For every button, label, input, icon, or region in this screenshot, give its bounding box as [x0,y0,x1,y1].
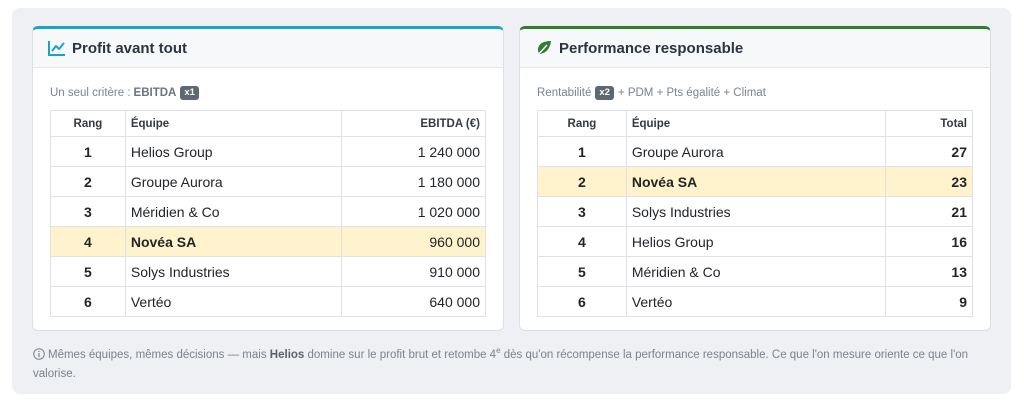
team-cell: Solys Industries [124,256,343,287]
footnote: Mêmes équipes, mêmes décisions — mais He… [33,341,983,384]
chart-line-icon [48,39,66,57]
criteria-prefix: Un seul critère : [50,87,131,99]
profit-ranking-table: Rang Équipe EBITDA (€) 1 Helios Group 1 … [50,110,486,317]
total-cell: 16 [885,226,973,257]
criteria-prefix: Rentabilité [537,87,592,99]
responsible-card: Performance responsable Rentabilité x2 +… [519,26,991,331]
col-rank: Rang [537,110,627,137]
team-cell: Méridien & Co [124,196,343,227]
team-cell: Groupe Aurora [124,166,343,197]
table-header-row: Rang Équipe EBITDA (€) [50,110,486,137]
table-row: 2 Groupe Aurora 1 180 000 [50,166,486,197]
value-cell: 1 180 000 [341,166,486,197]
table-row: 5 Méridien & Co 13 [537,256,973,287]
criteria-name: EBITDA [133,87,177,99]
weight-badge: x1 [180,86,199,100]
value-cell: 910 000 [341,256,486,287]
team-cell: Groupe Aurora [625,136,887,167]
table-row: 1 Helios Group 1 240 000 [50,136,486,167]
rank-cell: 2 [50,166,126,197]
rank-cell: 4 [50,226,126,257]
rank-cell: 4 [537,226,627,257]
profit-card-title: Profit avant tout [72,39,187,57]
col-team: Équipe [625,110,887,137]
profit-card-header: Profit avant tout [33,29,503,68]
rank-cell: 1 [50,136,126,167]
weight-badge: x2 [595,86,614,100]
col-total: Total [885,110,973,137]
table-row: 6 Vertéo 9 [537,286,973,317]
value-cell: 1 020 000 [341,196,486,227]
col-ebitda: EBITDA (€) [341,110,486,137]
footnote-emphasis: Helios [269,348,305,361]
team-cell: Vertéo [625,286,887,317]
total-cell: 27 [885,136,973,167]
value-cell: 960 000 [341,226,486,257]
rank-cell: 6 [50,286,126,317]
responsible-ranking-table: Rang Équipe Total 1 Groupe Aurora 27 2 N… [537,110,973,317]
total-cell: 9 [885,286,973,317]
team-cell: Vertéo [124,286,343,317]
table-row: 6 Vertéo 640 000 [50,286,486,317]
value-cell: 1 240 000 [341,136,486,167]
criteria-suffix: + PDM + Pts égalité + Climat [617,87,766,99]
team-cell: Novéa SA [625,166,887,197]
table-row: 5 Solys Industries 910 000 [50,256,486,287]
rank-cell: 1 [537,136,627,167]
table-row: 1 Groupe Aurora 27 [537,136,973,167]
footnote-text-2: domine sur le profit brut et retombe 4 [307,348,497,361]
team-cell: Novéa SA [124,226,343,257]
footnote-text-1: Mêmes équipes, mêmes décisions — mais [48,348,267,361]
total-cell: 23 [885,166,973,197]
rank-cell: 3 [50,196,126,227]
info-circle-icon [33,348,45,360]
total-cell: 13 [885,256,973,287]
value-cell: 640 000 [341,286,486,317]
responsible-card-header: Performance responsable [520,29,990,68]
rank-cell: 3 [537,196,627,227]
team-cell: Helios Group [124,136,343,167]
highlighted-table-row: 4 Novéa SA 960 000 [50,226,486,257]
table-row: 3 Solys Industries 21 [537,196,973,227]
leaf-icon [535,39,553,57]
table-row: 3 Méridien & Co 1 020 000 [50,196,486,227]
table-header-row: Rang Équipe Total [537,110,973,137]
total-cell: 21 [885,196,973,227]
responsible-card-title: Performance responsable [559,39,744,57]
profit-criteria: Un seul critère : EBITDA x1 [50,85,486,101]
col-rank: Rang [50,110,126,137]
col-team: Équipe [124,110,343,137]
rank-cell: 5 [537,256,627,287]
rank-cell: 6 [537,286,627,317]
comparison-panel: Profit avant tout Un seul critère : EBIT… [12,8,1011,394]
rank-cell: 2 [537,166,627,197]
responsible-criteria: Rentabilité x2 + PDM + Pts égalité + Cli… [537,85,973,101]
rank-cell: 5 [50,256,126,287]
profit-card: Profit avant tout Un seul critère : EBIT… [32,26,504,331]
team-cell: Solys Industries [625,196,887,227]
table-row: 4 Helios Group 16 [537,226,973,257]
team-cell: Méridien & Co [625,256,887,287]
footnote-ordinal: e [496,346,501,355]
highlighted-table-row: 2 Novéa SA 23 [537,166,973,197]
team-cell: Helios Group [625,226,887,257]
